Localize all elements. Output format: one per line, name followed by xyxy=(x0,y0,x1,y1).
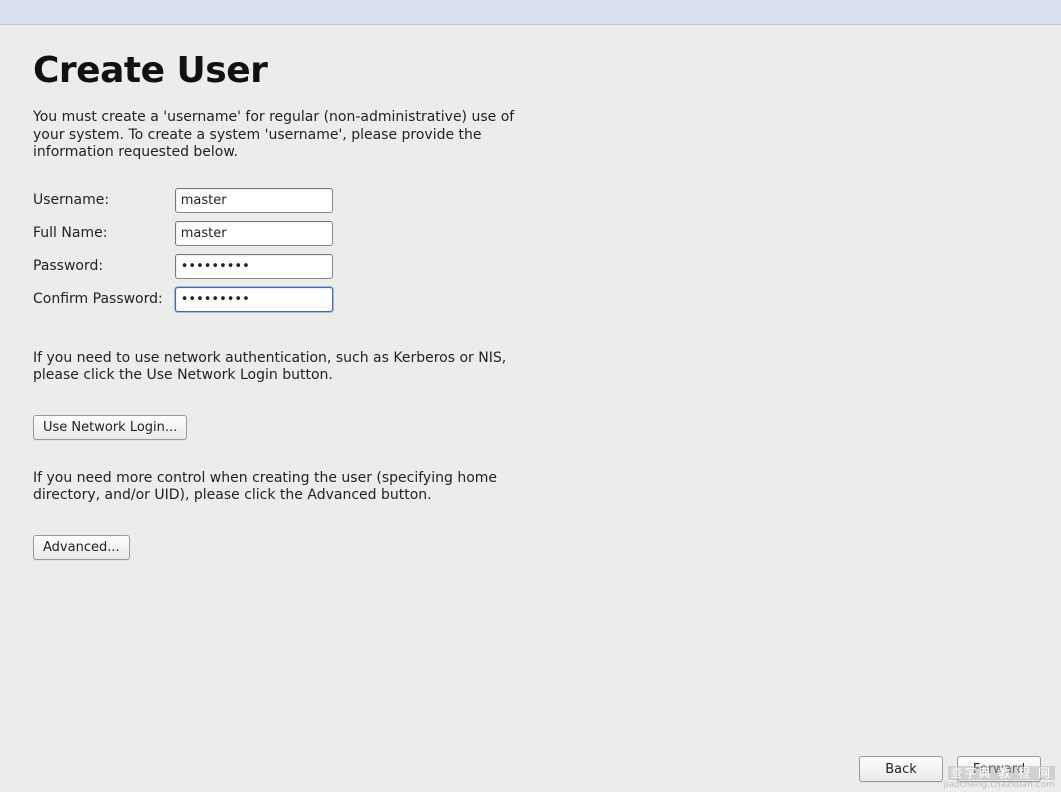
username-label: Username: xyxy=(33,188,175,213)
forward-button[interactable]: Forward xyxy=(957,756,1041,782)
password-label: Password: xyxy=(33,254,175,279)
confirm-password-label: Confirm Password: xyxy=(33,287,175,312)
intro-text: You must create a 'username' for regular… xyxy=(33,109,527,162)
use-network-login-button[interactable]: Use Network Login... xyxy=(33,415,187,440)
page-title: Create User xyxy=(33,50,527,91)
main-content: Create User You must create a 'username'… xyxy=(0,25,560,560)
fullname-label: Full Name: xyxy=(33,221,175,246)
confirm-password-field[interactable] xyxy=(175,287,333,312)
watermark-bottom: jiaocheng.chazidian.com xyxy=(944,781,1055,790)
username-field[interactable] xyxy=(175,188,333,213)
user-form: Username: Full Name: Password: Confirm P… xyxy=(33,180,333,320)
footer-nav: Back Forward xyxy=(859,756,1041,782)
back-button[interactable]: Back xyxy=(859,756,943,782)
network-login-info: If you need to use network authenticatio… xyxy=(33,350,527,385)
fullname-field[interactable] xyxy=(175,221,333,246)
top-bar xyxy=(0,0,1061,25)
advanced-button[interactable]: Advanced... xyxy=(33,535,130,560)
password-field[interactable] xyxy=(175,254,333,279)
advanced-info: If you need more control when creating t… xyxy=(33,470,527,505)
